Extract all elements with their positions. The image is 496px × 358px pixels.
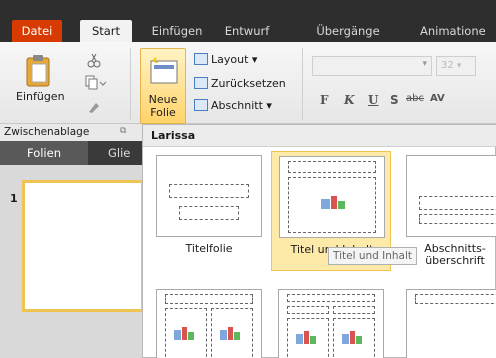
underline-button[interactable]: U	[368, 93, 378, 107]
layout-thumbnail	[156, 155, 262, 237]
new-slide-icon	[150, 55, 178, 84]
clipboard-group-label: Zwischenablage	[4, 126, 90, 138]
layout-vergleich[interactable]	[271, 285, 391, 358]
tab-animationen[interactable]: Animatione	[420, 20, 496, 42]
new-slide-button[interactable]: Neue Folie	[140, 48, 186, 124]
tab-start[interactable]: Start	[80, 20, 132, 42]
tab-gliederung[interactable]: Glie	[108, 141, 144, 165]
cut-icon[interactable]	[86, 52, 102, 68]
font-size-value: 32	[441, 60, 454, 71]
char-spacing-button[interactable]: AV	[430, 93, 445, 104]
format-painter-icon[interactable]	[86, 98, 102, 114]
layout-titelfolie[interactable]: Titelfolie	[149, 151, 269, 271]
section-button[interactable]: Abschnitt ▾	[194, 98, 272, 114]
gallery-title: Larissa	[143, 125, 496, 147]
section-label: Abschnitt	[211, 99, 263, 112]
layout-label: Abschnitts-überschrift	[424, 242, 486, 267]
tab-einfuegen[interactable]: Einfügen	[146, 20, 208, 42]
layout-thumbnail	[279, 156, 385, 238]
layout-icon	[194, 53, 208, 65]
layout-thumbnail	[406, 289, 496, 358]
slide-thumbnail[interactable]	[22, 180, 144, 312]
layout-nur-titel[interactable]	[399, 285, 496, 358]
dialog-launcher-icon[interactable]: ⧉	[120, 126, 126, 136]
reset-icon	[194, 77, 208, 89]
tab-datei[interactable]: Datei	[12, 20, 62, 42]
layout-button[interactable]: Layout ▾	[194, 52, 257, 68]
clipboard-group-bar: Zwischenablage ⧉	[0, 124, 144, 141]
tab-entwurf[interactable]: Entwurf	[218, 20, 276, 42]
layout-label: Titelfolie	[185, 242, 233, 255]
layout-thumbnail	[278, 289, 384, 358]
font-size-dropdown[interactable]: 32 ▾	[436, 56, 476, 76]
panel-tabs: Folien Glie	[0, 141, 144, 165]
layout-label: Layout	[211, 53, 249, 66]
content-placeholder-icon	[321, 196, 345, 209]
bold-button[interactable]: F	[320, 93, 329, 107]
clipboard-icon	[26, 55, 50, 87]
copy-icon[interactable]	[84, 74, 106, 90]
paste-label: Einfügen	[16, 90, 65, 103]
layout-gallery: Larissa Titelfolie Titel und Inhalt Absc…	[142, 124, 496, 358]
slide-number: 1	[10, 192, 18, 205]
section-icon	[194, 99, 208, 111]
content-placeholder-icon	[342, 331, 362, 344]
italic-button[interactable]: K	[344, 93, 354, 107]
reset-button[interactable]: Zurücksetzen	[194, 76, 286, 92]
layout-tooltip: Titel und Inhalt	[328, 247, 418, 265]
reset-label: Zurücksetzen	[211, 77, 286, 90]
shadow-button[interactable]: S	[390, 93, 399, 107]
paste-button[interactable]: Einfügen	[16, 48, 65, 116]
ribbon-separator	[302, 48, 303, 120]
new-slide-label-line2: Folie	[150, 106, 176, 119]
content-placeholder-icon	[174, 327, 194, 340]
chevron-down-icon: ▾	[422, 59, 427, 69]
tab-folien[interactable]: Folien	[0, 141, 88, 165]
font-family-dropdown[interactable]: ▾	[312, 56, 432, 76]
ribbon-separator	[130, 48, 131, 120]
layout-thumbnail	[156, 289, 262, 358]
tab-uebergaenge[interactable]: Übergänge	[308, 20, 388, 42]
ribbon-tab-bar: Datei Start Einfügen Entwurf Übergänge A…	[0, 0, 496, 46]
content-placeholder-icon	[220, 327, 240, 340]
strikethrough-button[interactable]: abc	[406, 93, 424, 104]
layout-zwei-inhalte[interactable]	[149, 285, 269, 358]
layout-thumbnail	[406, 155, 496, 237]
new-slide-label-line1: Neue	[148, 93, 178, 106]
chevron-down-icon: ▾	[456, 61, 462, 71]
content-placeholder-icon	[296, 331, 316, 344]
